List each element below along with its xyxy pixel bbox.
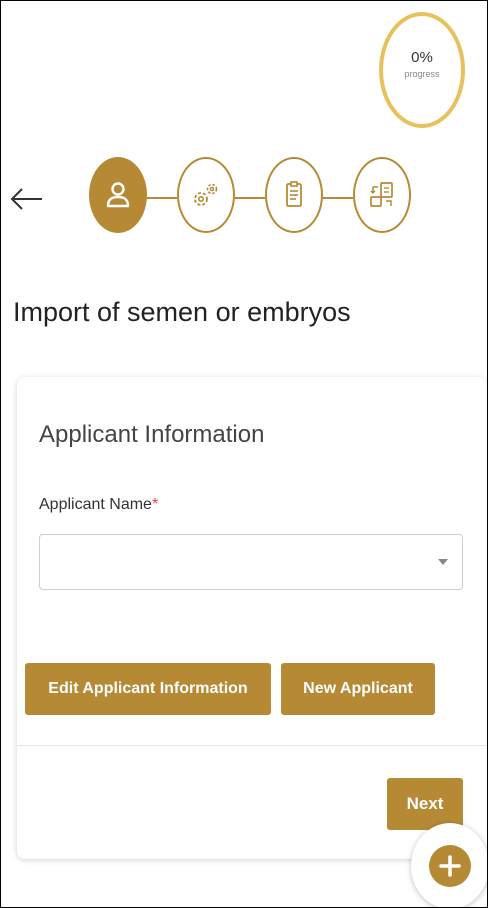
file-transfer-icon: [370, 182, 393, 207]
page-title: Import of semen or embryos: [13, 297, 351, 327]
progress-label: progress: [404, 69, 440, 79]
applicant-name-label-text: Applicant Name: [39, 496, 152, 513]
arrow-left-icon: [10, 188, 42, 210]
applicant-name-select[interactable]: [39, 534, 463, 590]
caret-down-icon: [438, 559, 448, 565]
step-documents[interactable]: [265, 157, 323, 233]
step-details[interactable]: [177, 157, 235, 233]
floating-action-button[interactable]: [411, 823, 487, 907]
user-icon: [106, 182, 130, 208]
app-frame: 0% progress Import of semen or embryos A…: [0, 0, 488, 908]
progress-indicator: 0% progress: [379, 12, 465, 128]
step-applicant[interactable]: [89, 157, 147, 233]
document-icon: [286, 181, 302, 207]
step-submit[interactable]: [353, 157, 411, 233]
stepper-connector: [235, 197, 265, 199]
stepper-connector: [147, 197, 177, 199]
plus-icon: [439, 855, 461, 877]
new-applicant-button[interactable]: New Applicant: [281, 663, 435, 715]
progress-value: 0%: [411, 49, 433, 66]
stepper-connector: [323, 197, 353, 199]
fab-circle: [429, 845, 471, 887]
gears-icon: [194, 183, 218, 206]
required-marker: *: [151, 496, 159, 513]
edit-applicant-button[interactable]: Edit Applicant Information: [25, 663, 271, 715]
card-divider: [17, 745, 487, 746]
section-title: Applicant Information: [39, 421, 265, 448]
applicant-name-label: Applicant Name*: [39, 496, 158, 514]
back-button[interactable]: [9, 181, 45, 217]
